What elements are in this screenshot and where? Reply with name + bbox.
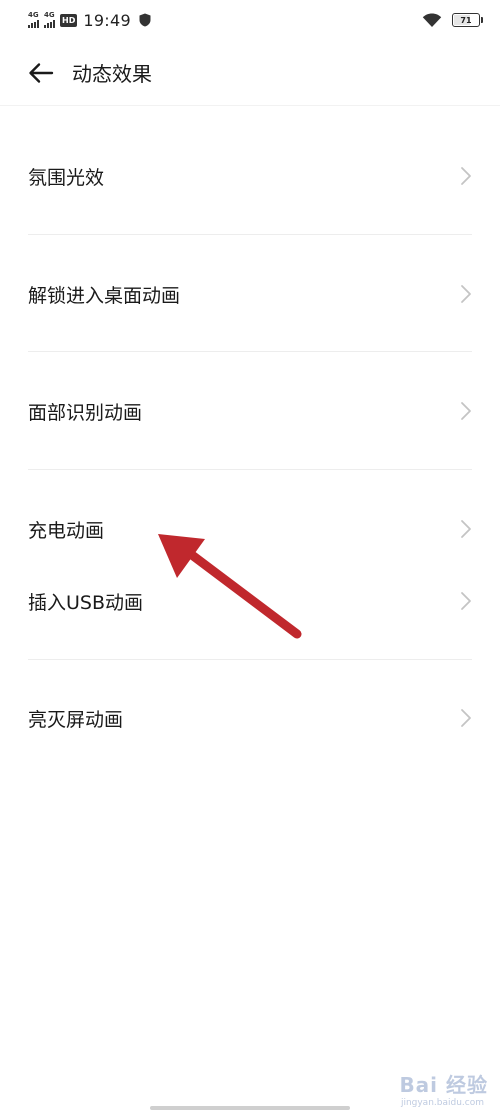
divider <box>28 659 472 660</box>
setting-item-label: 解锁进入桌面动画 <box>28 284 181 307</box>
hd-voice-badge: HD <box>60 13 78 27</box>
wifi-icon <box>422 13 442 27</box>
divider <box>28 351 472 352</box>
battery-level-text: 71 <box>460 15 472 25</box>
back-arrow-icon <box>29 62 54 83</box>
watermark-sub: jingyan.baidu.com <box>400 1098 484 1108</box>
divider <box>28 469 472 470</box>
setting-item-label: 氛围光效 <box>28 166 105 189</box>
app-header: 动态效果 <box>0 40 500 106</box>
clock: 19:49 <box>83 10 131 30</box>
chevron-right-icon <box>461 592 471 610</box>
setting-item-label: 充电动画 <box>28 519 105 542</box>
setting-item-ambient-light[interactable]: 氛围光效 <box>0 146 500 206</box>
baidu-watermark: Bai 经验 jingyan.baidu.com <box>399 1069 488 1108</box>
home-indicator[interactable] <box>150 1106 350 1110</box>
divider <box>28 234 472 235</box>
setting-item-usb-animation[interactable]: 插入USB动画 <box>0 571 500 631</box>
sim2-signal: 4G <box>44 12 55 28</box>
chevron-right-icon <box>461 402 471 420</box>
setting-item-charging-animation[interactable]: 充电动画 <box>0 499 500 559</box>
settings-screen: 4G 4G HD 19:49 71 动态效果 氛围光效 解锁进入桌面动画 面部识… <box>0 0 500 1116</box>
signal-bars-icon <box>44 20 55 28</box>
shield-icon <box>139 13 151 27</box>
sim2-network-label: 4G <box>44 11 55 19</box>
setting-item-screen-on-off-animation[interactable]: 亮灭屏动画 <box>0 688 500 748</box>
chevron-right-icon <box>461 520 471 538</box>
setting-item-label: 插入USB动画 <box>28 591 144 614</box>
signal-bars-icon <box>28 20 39 28</box>
sim1-network-label: 4G <box>28 11 39 19</box>
chevron-right-icon <box>461 285 471 303</box>
setting-item-face-recognition-animation[interactable]: 面部识别动画 <box>0 381 500 441</box>
status-bar: 4G 4G HD 19:49 71 <box>0 0 500 40</box>
page-title: 动态效果 <box>72 62 152 86</box>
chevron-right-icon <box>461 709 471 727</box>
setting-item-label: 面部识别动画 <box>28 401 143 424</box>
chevron-right-icon <box>461 167 471 185</box>
setting-item-unlock-animation[interactable]: 解锁进入桌面动画 <box>0 264 500 324</box>
battery-icon: 71 <box>452 13 483 27</box>
watermark-text: Bai 经验 <box>399 1073 488 1097</box>
sim1-signal: 4G <box>28 12 39 28</box>
back-button[interactable] <box>28 56 62 90</box>
setting-item-label: 亮灭屏动画 <box>28 708 124 731</box>
